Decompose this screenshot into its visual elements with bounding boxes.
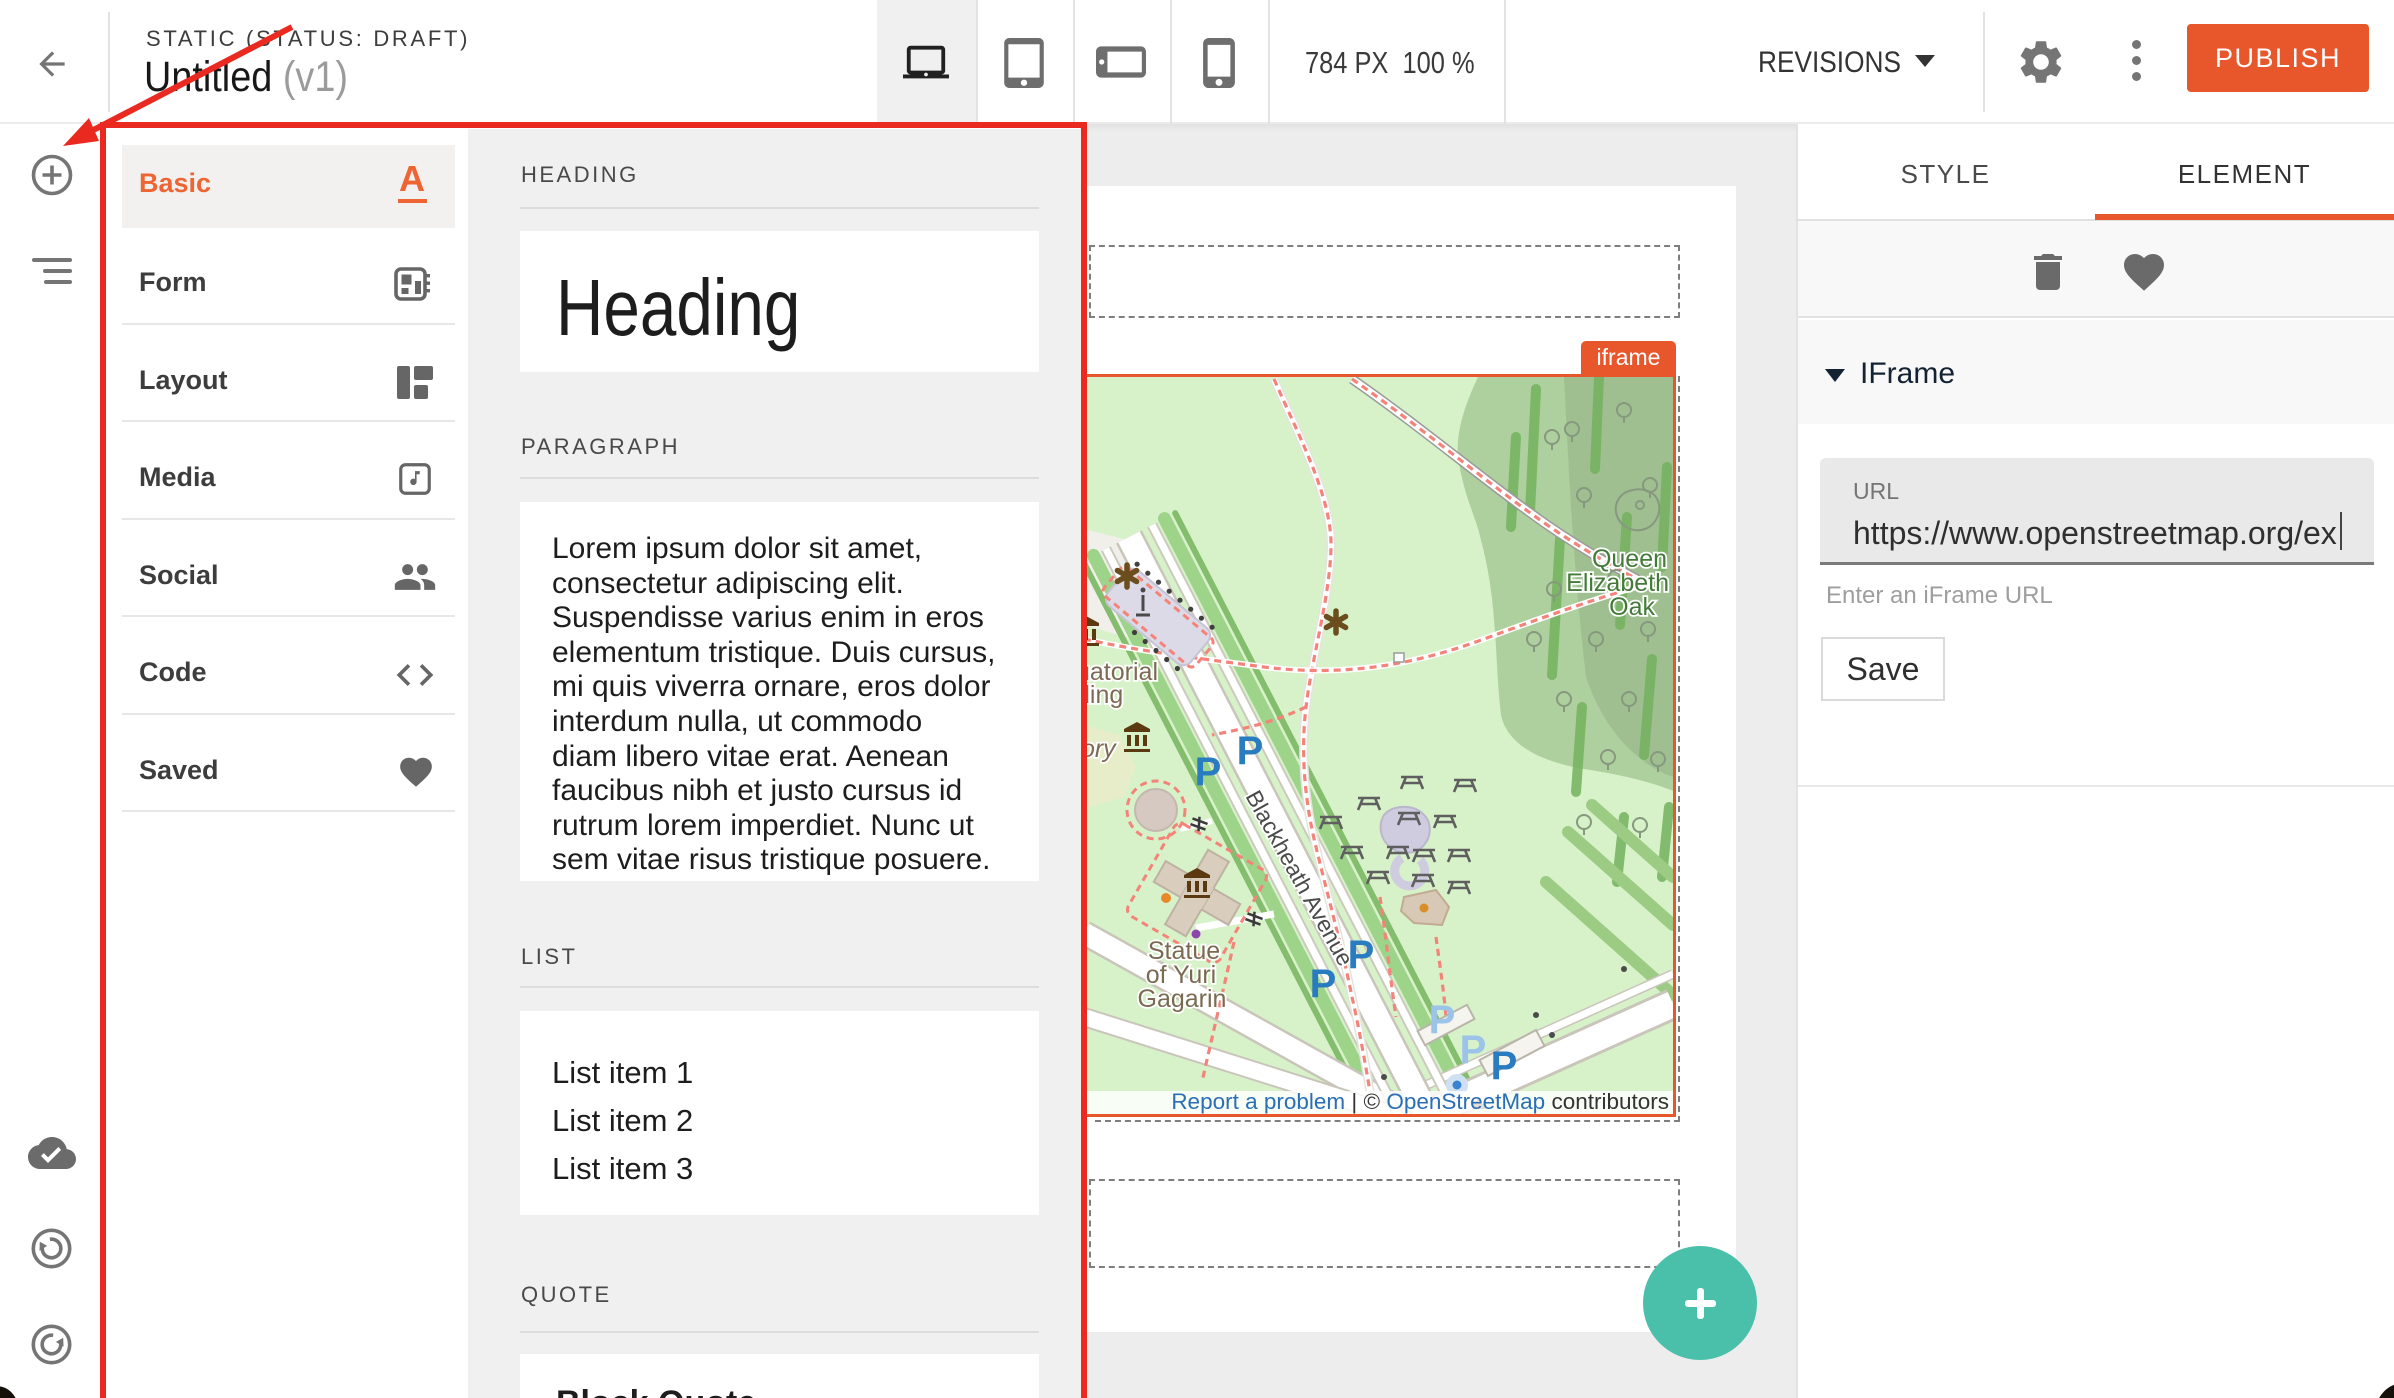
svg-text:P: P xyxy=(1348,933,1375,977)
svg-text:P: P xyxy=(1460,1028,1487,1072)
svg-text:P: P xyxy=(1237,729,1264,773)
svg-text:P: P xyxy=(1195,750,1222,794)
svg-text:Gagarin: Gagarin xyxy=(1138,985,1227,1013)
svg-text:P: P xyxy=(1310,962,1337,1006)
svg-text:P: P xyxy=(1429,998,1456,1042)
svg-text:Oak: Oak xyxy=(1609,593,1655,621)
svg-text:tory: tory xyxy=(1084,735,1117,763)
svg-text:Report a problem | © OpenStree: Report a problem | © OpenStreetMap contr… xyxy=(1171,1089,1669,1114)
svg-text:P: P xyxy=(1491,1044,1518,1088)
svg-text:ding: ding xyxy=(1084,681,1123,709)
